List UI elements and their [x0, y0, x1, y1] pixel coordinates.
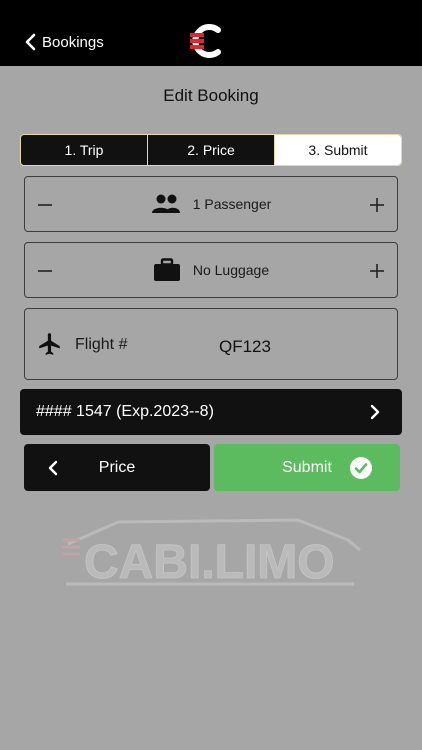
- submit-button[interactable]: Submit: [214, 444, 400, 491]
- app-logo: [190, 24, 221, 58]
- page-title: Edit Booking: [163, 86, 259, 105]
- price-back-button[interactable]: Price: [24, 444, 210, 491]
- price-button-label: Price: [98, 458, 136, 476]
- luggage-label: No Luggage: [192, 262, 270, 278]
- passenger-count-label: 1 Passenger: [192, 196, 272, 212]
- chevron-left-icon: [48, 460, 58, 476]
- passenger-display: 1 Passenger: [25, 177, 397, 231]
- briefcase-icon: [153, 258, 180, 281]
- luggage-increment-button[interactable]: [363, 257, 391, 285]
- check-circle-icon: [350, 457, 372, 479]
- passenger-stepper: 1 Passenger: [24, 176, 398, 232]
- cabi-limo-watermark: CABI.LIMO: [62, 518, 361, 589]
- flight-number-input[interactable]: [145, 327, 345, 367]
- tab-price[interactable]: 2. Price: [148, 135, 275, 165]
- back-button[interactable]: Bookings: [24, 30, 104, 54]
- payment-card-selector[interactable]: #### 1547 (Exp.2023--8): [20, 389, 402, 435]
- back-button-label: Bookings: [42, 33, 104, 51]
- flight-number-label: Flight #: [75, 336, 128, 353]
- flight-number-row: Flight #: [24, 308, 398, 380]
- top-bar: Bookings: [0, 0, 422, 66]
- watermark-text: CABI.LIMO: [84, 536, 335, 589]
- luggage-stepper: No Luggage: [24, 242, 398, 298]
- luggage-display: No Luggage: [25, 243, 397, 297]
- chevron-right-icon: [370, 404, 380, 420]
- tab-submit[interactable]: 3. Submit: [275, 135, 401, 165]
- plus-icon: [370, 198, 384, 212]
- tab-trip[interactable]: 1. Trip: [21, 135, 148, 165]
- payment-card-label: #### 1547 (Exp.2023--8): [36, 403, 214, 420]
- people-icon: [151, 194, 180, 213]
- plus-icon: [370, 264, 384, 278]
- step-tabs: 1. Trip 2. Price 3. Submit: [20, 134, 402, 166]
- airplane-icon: [39, 333, 60, 355]
- passenger-increment-button[interactable]: [363, 191, 391, 219]
- submit-button-label: Submit: [282, 458, 332, 476]
- chevron-left-icon: [25, 33, 36, 51]
